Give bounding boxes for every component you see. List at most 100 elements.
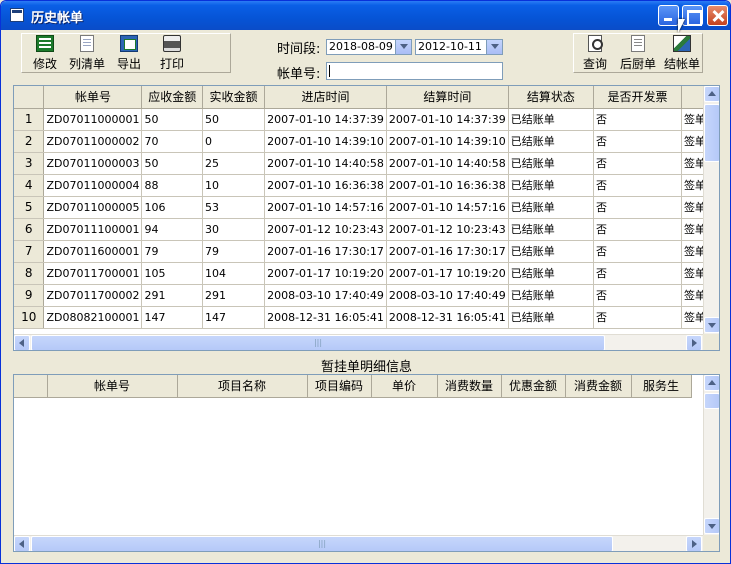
table-row[interactable]: 8 ZD07011700001 105 104 2007-01-17 10:19:20 2… [14,262,719,285]
scroll-right-button[interactable] [686,536,702,551]
table-cell[interactable]: 30 [202,218,266,241]
bill-number-input[interactable] [326,62,503,80]
table-cell[interactable]: 50 [141,152,203,175]
scroll-down-button[interactable] [704,518,719,534]
table-cell[interactable]: 2007-01-10 14:39:10 [386,130,509,153]
table-cell[interactable]: ZD08082100001 [43,306,143,329]
table-cell[interactable]: 88 [141,174,203,197]
scroll-left-button[interactable] [14,335,30,350]
row-number[interactable]: 9 [14,284,45,307]
table-cell[interactable]: 2008-12-31 16:05:41 [386,306,509,329]
column-header[interactable]: 应收金额 [141,86,203,109]
table-cell[interactable]: 否 [593,284,682,307]
table-row[interactable]: 1 ZD07011000001 50 50 2007-01-10 14:37:39 200… [14,108,719,131]
minimize-button[interactable] [658,5,679,26]
table-cell[interactable]: 否 [593,262,682,285]
table-cell[interactable]: 147 [202,306,266,329]
list-detail-button[interactable]: 列清单 [66,35,108,71]
table-cell[interactable]: 104 [202,262,266,285]
table-cell[interactable]: 2007-01-17 10:19:20 [386,262,509,285]
history-horizontal-scrollbar[interactable]: ||| [14,334,703,350]
scroll-thumb[interactable]: ||| [31,335,605,350]
table-cell[interactable]: 2007-01-10 16:36:38 [264,174,387,197]
row-number[interactable]: 6 [14,218,45,241]
scroll-up-button[interactable] [704,375,719,391]
edit-button[interactable]: 修改 [30,35,60,71]
column-header[interactable]: 消费金额 [565,375,632,398]
table-cell[interactable]: 否 [593,306,682,329]
table-cell[interactable]: ZD07011000003 [43,152,143,175]
column-header[interactable]: 优惠金额 [501,375,566,398]
table-cell[interactable]: 2008-12-31 16:05:41 [264,306,387,329]
table-cell[interactable]: 106 [141,196,203,219]
table-cell[interactable]: 已结账单 [508,152,594,175]
table-cell[interactable]: 53 [202,196,266,219]
column-header[interactable]: 服务生 [631,375,692,398]
table-cell[interactable]: 2007-01-10 14:37:39 [264,108,387,131]
table-cell[interactable]: ZD07011000004 [43,174,143,197]
table-cell[interactable]: 2007-01-10 14:39:10 [264,130,387,153]
scroll-left-button[interactable] [14,536,30,551]
row-number[interactable]: 1 [14,108,45,131]
table-cell[interactable]: 2007-01-16 17:30:17 [264,240,387,263]
column-header[interactable]: 是否开发票 [593,86,682,109]
table-cell[interactable]: 79 [202,240,266,263]
table-row[interactable]: 7 ZD07011600001 79 79 2007-01-16 17:30:17 200… [14,240,719,263]
table-cell[interactable]: 25 [202,152,266,175]
table-row[interactable]: 4 ZD07011000004 88 10 2007-01-10 16:36:38 200… [14,174,719,197]
table-cell[interactable]: 已结账单 [508,196,594,219]
end-date-picker[interactable]: 2012-10-11 [415,39,503,55]
table-cell[interactable]: 否 [593,196,682,219]
table-cell[interactable]: 2007-01-16 17:30:17 [386,240,509,263]
table-cell[interactable]: 已结账单 [508,306,594,329]
table-cell[interactable]: 50 [141,108,203,131]
row-number[interactable]: 8 [14,262,45,285]
scroll-thumb[interactable] [704,393,719,409]
row-number[interactable]: 7 [14,240,45,263]
start-date-picker[interactable]: 2018-08-09 [326,39,412,55]
table-cell[interactable]: 94 [141,218,203,241]
table-cell[interactable]: 否 [593,152,682,175]
column-header[interactable]: 结算时间 [386,86,509,109]
table-cell[interactable]: 10 [202,174,266,197]
table-cell[interactable]: ZD07011100001 [43,218,143,241]
table-cell[interactable]: 2007-01-10 16:36:38 [386,174,509,197]
kitchen-order-button[interactable]: 后厨单 [618,35,658,71]
table-cell[interactable]: ZD07011700002 [43,284,143,307]
table-cell[interactable]: 105 [141,262,203,285]
table-cell[interactable]: 2007-01-10 14:57:16 [386,196,509,219]
scroll-right-button[interactable] [686,335,702,350]
scroll-down-button[interactable] [704,317,719,333]
column-header[interactable]: 结算状态 [508,86,594,109]
table-cell[interactable]: 70 [141,130,203,153]
table-row[interactable]: 5 ZD07011000005 106 53 2007-01-10 14:57:16 20… [14,196,719,219]
corner-header[interactable] [14,86,45,109]
column-header[interactable]: 实收金额 [202,86,266,109]
table-cell[interactable]: 已结账单 [508,218,594,241]
table-cell[interactable]: 否 [593,130,682,153]
column-header[interactable]: 项目名称 [177,375,308,398]
table-cell[interactable]: ZD07011000002 [43,130,143,153]
table-cell[interactable]: 147 [141,306,203,329]
row-number[interactable]: 4 [14,174,45,197]
maximize-button[interactable] [682,5,703,26]
column-header[interactable]: 帐单号 [47,375,178,398]
table-cell[interactable]: ZD07011600001 [43,240,143,263]
export-button[interactable]: 导出 [114,35,144,71]
table-cell[interactable]: 2007-01-17 10:19:20 [264,262,387,285]
table-cell[interactable]: ZD07011000005 [43,196,143,219]
row-number[interactable]: 3 [14,152,45,175]
table-cell[interactable]: 2008-03-10 17:40:49 [264,284,387,307]
table-cell[interactable]: 已结账单 [508,108,594,131]
table-row[interactable]: 6 ZD07011100001 94 30 2007-01-12 10:23:43 200… [14,218,719,241]
table-cell[interactable]: 2007-01-10 14:40:58 [386,152,509,175]
table-cell[interactable]: 已结账单 [508,130,594,153]
table-cell[interactable]: 2008-03-10 17:40:49 [386,284,509,307]
history-vertical-scrollbar[interactable] [703,86,719,334]
row-number[interactable]: 10 [14,306,45,329]
table-cell[interactable]: 已结账单 [508,262,594,285]
detail-vertical-scrollbar[interactable] [703,375,719,535]
table-cell[interactable]: 2007-01-12 10:23:43 [386,218,509,241]
settlement-button[interactable]: 结帐单 [662,35,702,71]
column-header[interactable]: 帐单号 [43,86,143,109]
